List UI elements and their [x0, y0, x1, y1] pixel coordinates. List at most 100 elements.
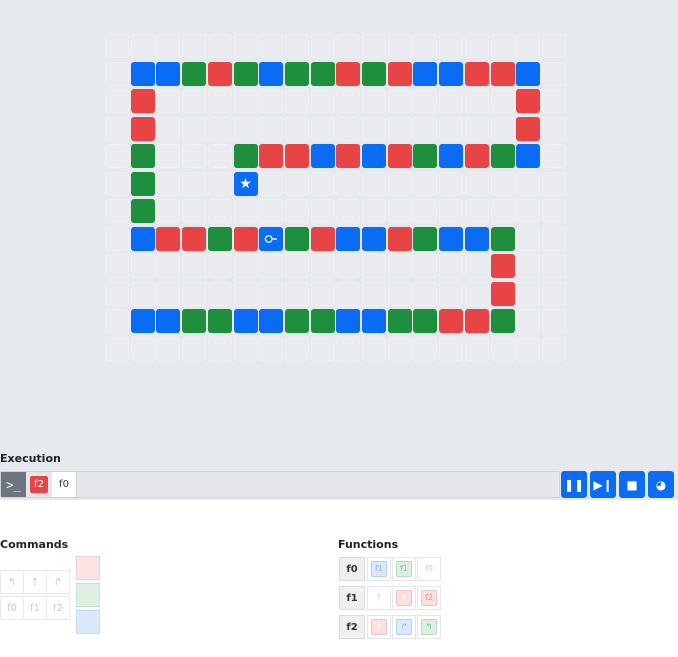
empty-cell	[284, 34, 309, 58]
empty-cell	[156, 89, 181, 113]
tile-blue	[362, 309, 386, 333]
paint-blue-swatch[interactable]	[76, 610, 100, 634]
empty-cell	[336, 254, 361, 278]
function-f0-slot-2[interactable]: f1	[392, 557, 416, 581]
empty-cell	[336, 89, 361, 113]
robot-icon: ⚲	[263, 233, 280, 244]
empty-cell	[387, 34, 412, 58]
tile-red	[207, 61, 232, 86]
empty-cell	[284, 199, 309, 223]
function-f2-slot-2[interactable]: ↱	[392, 615, 416, 639]
speed-button[interactable]: ◕	[648, 471, 674, 498]
empty-cell	[439, 254, 464, 278]
functions-title: Functions	[338, 538, 399, 551]
empty-cell	[105, 144, 129, 168]
empty-cell	[105, 281, 129, 306]
function-f2-slot-1[interactable]: ↑	[367, 615, 391, 639]
terminal-icon[interactable]: >_	[1, 472, 26, 497]
empty-cell	[182, 199, 207, 223]
tile-red	[439, 309, 464, 333]
call-f2-command[interactable]: f2	[46, 596, 70, 620]
tile-red	[464, 144, 489, 168]
empty-cell	[259, 199, 284, 223]
empty-cell	[541, 226, 566, 251]
tile-red	[464, 61, 489, 86]
tile-red	[284, 144, 309, 168]
tile-green	[284, 226, 309, 251]
empty-cell	[387, 89, 412, 113]
function-f0-slot-3[interactable]: f0	[417, 557, 441, 581]
function-f1-slot-3[interactable]: f2	[417, 586, 441, 610]
empty-cell	[541, 171, 566, 196]
tile-red	[516, 116, 541, 141]
tile-blue	[439, 144, 464, 168]
empty-cell	[233, 116, 258, 141]
paint-red-swatch[interactable]	[76, 556, 100, 580]
slot-command-chip: ↑	[371, 590, 387, 606]
empty-cell	[464, 171, 489, 196]
slot-command-chip: f0	[421, 561, 437, 577]
function-f2-slot-3[interactable]: ↰	[417, 615, 441, 639]
function-f1-slot-1[interactable]: ↑	[367, 586, 391, 610]
tile-green	[490, 144, 515, 168]
empty-cell	[439, 89, 464, 113]
empty-cell	[259, 34, 284, 58]
empty-cell	[413, 336, 438, 361]
tile-green	[413, 144, 438, 168]
empty-cell	[182, 254, 207, 278]
forward-command[interactable]: ↑	[23, 570, 47, 594]
puzzle-grid: ★ ⚲	[105, 34, 567, 364]
tile-red	[336, 144, 361, 168]
tile-blue	[413, 61, 438, 86]
turn-right-command[interactable]: ↱	[46, 570, 70, 594]
empty-cell	[464, 254, 489, 278]
pause-button[interactable]: ❚❚	[561, 471, 587, 498]
tile-blue	[233, 309, 258, 333]
empty-cell	[284, 116, 309, 141]
empty-cell	[362, 254, 386, 278]
stop-button[interactable]: ■	[619, 471, 645, 498]
function-f0-slot-1[interactable]: f1	[367, 557, 391, 581]
tile-blue	[259, 61, 284, 86]
tile-green	[490, 226, 515, 251]
function-label-f1[interactable]: f1	[339, 586, 365, 610]
empty-cell	[259, 116, 284, 141]
empty-cell	[207, 89, 232, 113]
empty-cell	[541, 34, 566, 58]
empty-cell	[156, 116, 181, 141]
empty-cell	[156, 336, 181, 361]
empty-cell	[541, 254, 566, 278]
empty-cell	[387, 281, 412, 306]
empty-cell	[490, 199, 515, 223]
empty-cell	[464, 34, 489, 58]
tile-green	[362, 61, 386, 86]
empty-cell	[464, 336, 489, 361]
tile-red	[387, 144, 412, 168]
slot-command-chip: ↑	[371, 619, 387, 635]
call-f1-command[interactable]: f1	[23, 596, 47, 620]
function-label-f0[interactable]: f0	[339, 557, 365, 581]
empty-cell	[156, 281, 181, 306]
empty-cell	[336, 281, 361, 306]
tile-red	[490, 254, 515, 278]
empty-cell	[233, 281, 258, 306]
empty-cell	[362, 336, 386, 361]
step-button[interactable]: ▶❙	[590, 471, 616, 498]
empty-cell	[156, 254, 181, 278]
empty-cell	[541, 116, 566, 141]
tile-green	[490, 309, 515, 333]
tile-blue	[362, 226, 386, 251]
empty-cell	[105, 336, 129, 361]
empty-cell	[284, 281, 309, 306]
empty-cell	[310, 199, 335, 223]
tile-blue	[336, 309, 361, 333]
call-f0-command[interactable]: f0	[0, 596, 24, 620]
function-label-f2[interactable]: f2	[339, 615, 365, 639]
paint-green-swatch[interactable]	[76, 583, 100, 607]
empty-cell	[362, 89, 386, 113]
turn-left-command[interactable]: ↰	[0, 570, 24, 594]
empty-cell	[259, 171, 284, 196]
tile-green	[207, 309, 232, 333]
function-f1-slot-2[interactable]: ↑	[392, 586, 416, 610]
empty-cell	[490, 336, 515, 361]
